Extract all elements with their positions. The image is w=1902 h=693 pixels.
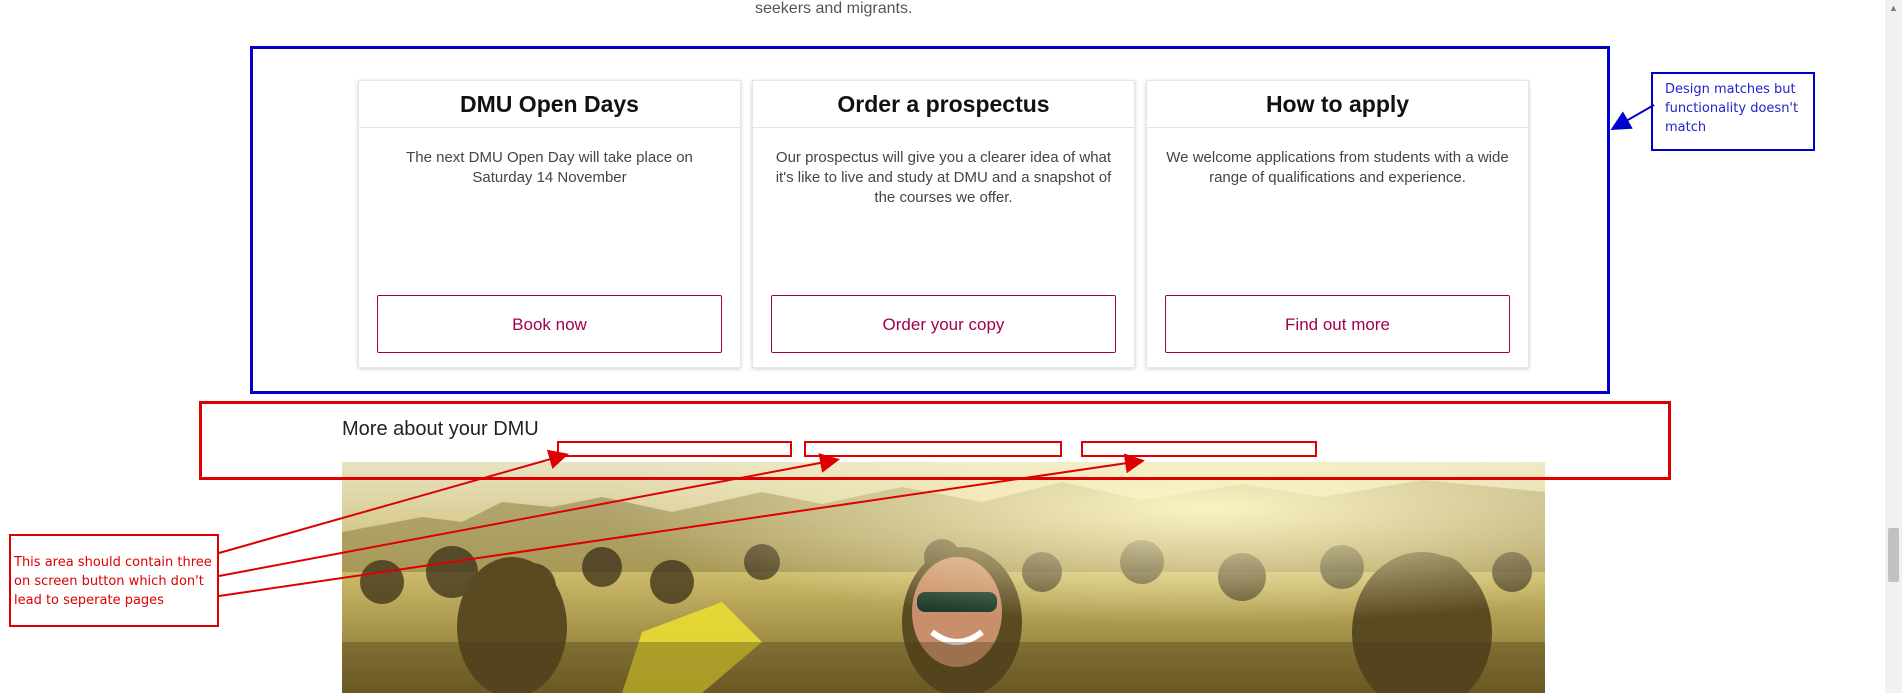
annotation-missing-button-slot-2 (804, 441, 1062, 457)
annotation-missing-button-slot-3 (1081, 441, 1317, 457)
find-out-more-button[interactable]: Find out more (1165, 295, 1510, 353)
card-title: Order a prospectus (753, 81, 1134, 128)
intro-text-tail: seekers and migrants. (755, 0, 913, 17)
blue-arrow (1610, 104, 1655, 130)
hero-photo (342, 462, 1545, 693)
book-now-button[interactable]: Book now (377, 295, 722, 353)
section-heading: More about your DMU (342, 418, 539, 440)
card-prospectus: Order a prospectus Our prospectus will g… (752, 80, 1135, 368)
card-text: Our prospectus will give you a clearer i… (775, 149, 1112, 206)
scroll-up-arrow-icon[interactable]: ▲ (1885, 0, 1902, 17)
scrollbar-thumb[interactable] (1888, 528, 1899, 582)
card-how-to-apply: How to apply We welcome applications fro… (1146, 80, 1529, 368)
hero-photo-illustration (342, 462, 1545, 693)
vertical-scrollbar[interactable] (1885, 0, 1902, 693)
annotation-blue-note: Design matches but functionality doesn't… (1651, 72, 1815, 151)
card-text: We welcome applications from students wi… (1166, 149, 1509, 186)
card-text: The next DMU Open Day will take place on… (406, 149, 693, 186)
card-title: DMU Open Days (359, 81, 740, 128)
card-open-days: DMU Open Days The next DMU Open Day will… (358, 80, 741, 368)
order-your-copy-button[interactable]: Order your copy (771, 295, 1116, 353)
card-title: How to apply (1147, 81, 1528, 128)
annotation-red-note: This area should contain three on screen… (9, 534, 219, 627)
annotation-missing-button-slot-1 (557, 441, 792, 457)
